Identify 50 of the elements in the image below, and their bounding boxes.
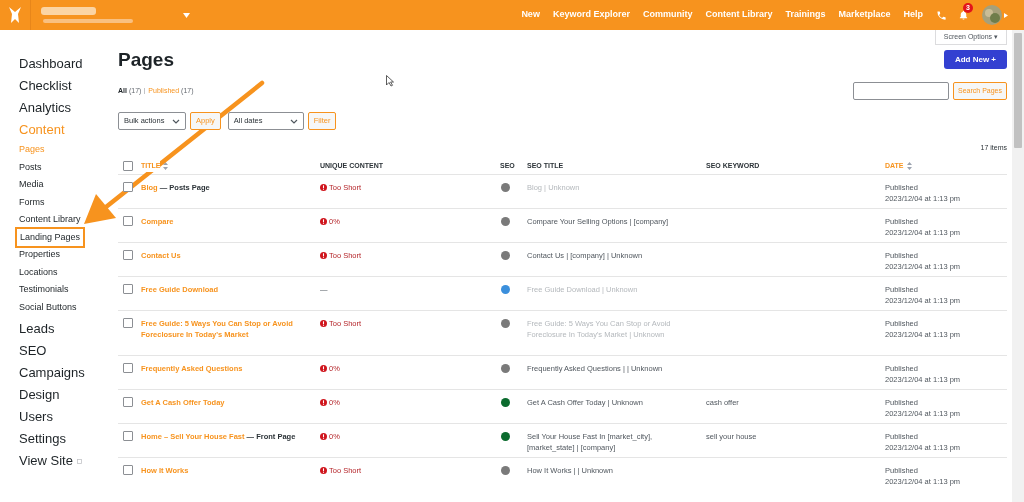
alert-icon [320, 252, 327, 260]
checkbox[interactable] [123, 182, 133, 192]
logo-icon[interactable] [8, 6, 22, 24]
sidebar-item[interactable]: Settings [19, 429, 66, 449]
sidebar-item[interactable]: Dashboard [19, 54, 83, 74]
checkbox[interactable] [123, 216, 133, 226]
alert-icon [320, 320, 327, 328]
alert-icon [320, 218, 327, 226]
add-new-button[interactable]: Add New + [943, 50, 1007, 69]
external-link-icon [76, 458, 82, 464]
checkbox[interactable] [123, 318, 133, 328]
caret-down-icon[interactable] [183, 12, 190, 18]
sidebar-item[interactable]: View Site [19, 451, 73, 471]
mouse-cursor-icon [386, 75, 394, 87]
alert-icon [320, 365, 327, 373]
sidebar-subitem[interactable]: Media [19, 178, 44, 192]
sidebar-item[interactable]: Checklist [19, 76, 72, 96]
alert-icon [320, 184, 327, 192]
checkbox[interactable] [123, 465, 133, 475]
sidebar-item[interactable]: SEO [19, 341, 47, 361]
sidebar-item[interactable]: Users [19, 407, 53, 427]
sidebar-subitem[interactable]: Forms [19, 195, 45, 209]
search-field[interactable] [853, 82, 949, 100]
alert-icon [320, 399, 327, 407]
alert-icon [320, 433, 327, 441]
checkbox[interactable] [123, 250, 133, 260]
alert-icon [320, 467, 327, 475]
sidebar-subitem[interactable]: Landing Pages [15, 226, 86, 248]
sidebar-subitem[interactable]: Properties [19, 248, 61, 262]
sidebar-item[interactable]: Design [19, 385, 60, 405]
checkbox[interactable] [123, 363, 133, 373]
sidebar-item[interactable]: Campaigns [19, 363, 85, 383]
chevron-down-icon [289, 118, 298, 124]
caret-right-icon[interactable] [1004, 12, 1008, 18]
sidebar-subitem[interactable]: Content Library [19, 213, 81, 227]
chevron-down-icon [172, 118, 180, 124]
sidebar-subitem[interactable]: Posts [19, 160, 42, 174]
sidebar-item[interactable]: Leads [19, 319, 55, 339]
page-heading: Pages [118, 50, 174, 69]
sidebar-item[interactable]: Analytics [19, 98, 72, 118]
checkbox[interactable] [123, 161, 133, 172]
checkbox[interactable] [123, 284, 133, 294]
checkbox[interactable] [123, 431, 133, 441]
scrollbar[interactable] [1012, 30, 1024, 502]
sidebar-subitem[interactable]: Testimonials [19, 283, 69, 297]
checkbox[interactable] [123, 397, 133, 407]
phone-icon[interactable] [936, 9, 947, 21]
sidebar-subitem[interactable]: Locations [19, 265, 58, 279]
avatar[interactable] [982, 5, 1002, 25]
sidebar-subitem[interactable]: Social Buttons [19, 300, 77, 314]
